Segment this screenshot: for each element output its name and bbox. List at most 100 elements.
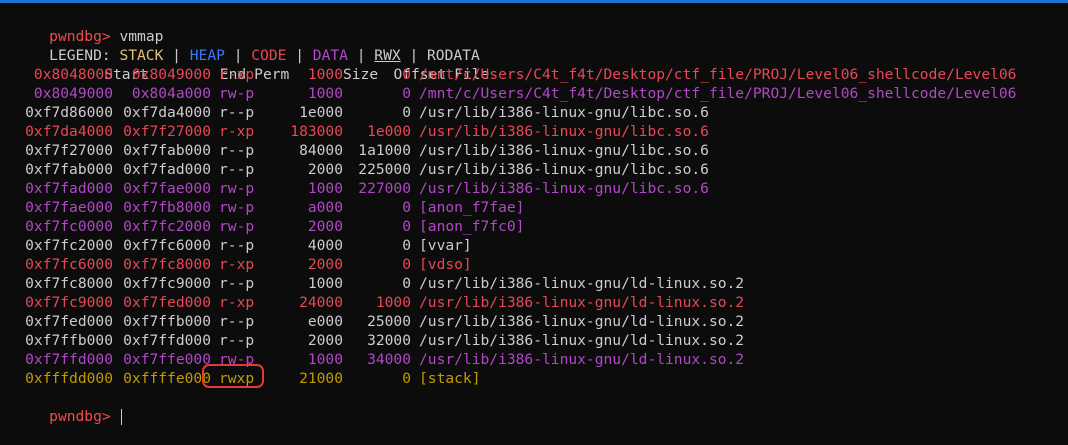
cell-offset: 227000: [358, 180, 411, 197]
cell-file: /usr/lib/i386-linux-gnu/ld-linux.so.2: [419, 313, 745, 330]
red-annotation-circle: [202, 364, 264, 388]
table-row: 0x8048000 0x8049000 r-xp 1000 0/mnt/c/Users/…: [14, 65, 1054, 84]
cell-start: 0xf7d86000: [25, 104, 113, 121]
cell-perm: r-xp: [219, 256, 255, 273]
cell-size: 1000: [307, 66, 343, 83]
table-row: 0xf7d86000 0xf7da4000 r--p 1e000 0/usr/lib/i…: [14, 103, 1054, 122]
cell-offset: 0: [402, 199, 411, 216]
cell-end: 0xf7fc6000: [123, 237, 211, 254]
cell-file: /usr/lib/i386-linux-gnu/ld-linux.so.2: [419, 294, 745, 311]
cell-offset: 0: [402, 275, 411, 292]
cell-start: 0xf7fae000: [25, 199, 113, 216]
cell-start: 0xf7fc0000: [25, 218, 113, 235]
cell-offset: 0: [402, 85, 411, 102]
cell-perm: r--p: [219, 332, 255, 349]
cell-start: 0xf7fad000: [25, 180, 113, 197]
table-row: 0xf7fae000 0xf7fb8000 rw-p a000 0 [anon_f7fae…: [14, 198, 1054, 217]
cell-size: 1000: [307, 85, 343, 102]
cell-offset: 0: [402, 104, 411, 121]
cell-size: e000: [307, 313, 343, 330]
cell-size: 183000: [290, 123, 343, 140]
table-row: 0xf7fed000 0xf7ffb000 r--p e000 25000/usr/li…: [14, 312, 1054, 331]
cell-end: 0xf7fad000: [123, 161, 211, 178]
cell-offset: 0: [402, 218, 411, 235]
cell-size: 1000: [307, 180, 343, 197]
cell-size: a000: [307, 199, 343, 216]
table-row: 0xf7fc6000 0xf7fc8000 r-xp 2000 0 [vdso]: [14, 255, 1054, 274]
table-row: 0xf7fc9000 0xf7fed000 r-xp 24000 1000/usr/li…: [14, 293, 1054, 312]
cell-end: 0xf7fb8000: [123, 199, 211, 216]
cell-perm: r-xp: [219, 294, 255, 311]
cell-end: 0xffffe000: [123, 370, 211, 387]
cell-size: 4000: [307, 237, 343, 254]
cell-start: 0xf7fc8000: [25, 275, 113, 292]
cell-size: 21000: [299, 370, 343, 387]
cell-file: [stack]: [419, 370, 481, 387]
cell-end: 0xf7f27000: [123, 123, 211, 140]
cell-start: 0xf7fc2000: [25, 237, 113, 254]
cell-offset: 225000: [358, 161, 411, 178]
cell-start: 0xf7f27000: [25, 142, 113, 159]
cell-size: 2000: [307, 256, 343, 273]
cell-end: 0xf7ffd000: [123, 332, 211, 349]
cell-start: 0xf7ffb000: [25, 332, 113, 349]
cell-start: 0xfffdd000: [25, 370, 113, 387]
cell-perm: rw-p: [219, 218, 255, 235]
command-line: pwndbg> vmmap: [14, 8, 1054, 45]
cell-end: 0xf7fc8000: [123, 256, 211, 273]
cell-perm: r-xp: [219, 123, 255, 140]
cell-perm: r--p: [219, 104, 255, 121]
cell-offset: 0: [402, 66, 411, 83]
cell-size: 24000: [299, 294, 343, 311]
table-row: 0xf7fc2000 0xf7fc6000 r--p 4000 0 [vvar]: [14, 236, 1054, 255]
cell-offset: 32000: [367, 332, 411, 349]
text-cursor: [121, 409, 123, 425]
cell-size: 1000: [307, 351, 343, 368]
cell-offset: 34000: [367, 351, 411, 368]
cell-file: /usr/lib/i386-linux-gnu/libc.so.6: [419, 104, 709, 121]
cell-perm: r--p: [219, 237, 255, 254]
cell-start: 0xf7fc9000: [25, 294, 113, 311]
cell-file: [vvar]: [419, 237, 472, 254]
cell-end: 0x804a000: [131, 85, 211, 102]
cell-end: 0xf7ffb000: [123, 313, 211, 330]
cell-size: 84000: [299, 142, 343, 159]
table-row: 0x8049000 0x804a000 rw-p 1000 0/mnt/c/Users/…: [14, 84, 1054, 103]
cell-perm: rw-p: [219, 85, 255, 102]
cell-start: 0xf7fab000: [25, 161, 113, 178]
terminal[interactable]: pwndbg> vmmap LEGEND: STACK | HEAP | COD…: [14, 8, 1054, 425]
cell-end: 0xf7fed000: [123, 294, 211, 311]
table-row: 0xf7fad000 0xf7fae000 rw-p 1000 227000/usr/l…: [14, 179, 1054, 198]
cell-file: /usr/lib/i386-linux-gnu/libc.so.6: [419, 142, 709, 159]
cell-file: [anon_f7fae]: [419, 199, 525, 216]
cell-start: 0x8049000: [33, 85, 113, 102]
cell-perm: r--p: [219, 142, 255, 159]
cell-end: 0x8049000: [131, 66, 211, 83]
cell-start: 0xf7fed000: [25, 313, 113, 330]
cell-end: 0xf7fae000: [123, 180, 211, 197]
cell-start: 0xf7da4000: [25, 123, 113, 140]
table-row: 0xf7ffb000 0xf7ffd000 r--p 2000 32000/usr/li…: [14, 331, 1054, 350]
cell-file: /usr/lib/i386-linux-gnu/libc.so.6: [419, 180, 709, 197]
memory-map-table: 0x8048000 0x8049000 r-xp 1000 0/mnt/c/Users/…: [14, 65, 1054, 388]
window-accent-bar: [0, 0, 1068, 3]
cell-size: 2000: [307, 332, 343, 349]
table-header: Start End Perm Size Offset File: [14, 46, 1054, 83]
prompt: pwndbg>: [49, 408, 111, 425]
cell-file: [anon_f7fc0]: [419, 218, 525, 235]
cell-size: 2000: [307, 161, 343, 178]
cell-perm: rw-p: [219, 180, 255, 197]
cell-size: 1000: [307, 275, 343, 292]
cell-file: /usr/lib/i386-linux-gnu/ld-linux.so.2: [419, 351, 745, 368]
cell-end: 0xf7fc2000: [123, 218, 211, 235]
cell-end: 0xf7da4000: [123, 104, 211, 121]
cell-offset: 1000: [375, 294, 411, 311]
cell-size: 2000: [307, 218, 343, 235]
table-row: 0xfffdd000 0xffffe000 rwxp 21000 0 [stack]: [14, 369, 1054, 388]
cell-start: 0xf7ffd000: [25, 351, 113, 368]
table-row: 0xf7da4000 0xf7f27000 r-xp 183000 1e000/usr/…: [14, 122, 1054, 141]
cell-perm: r--p: [219, 275, 255, 292]
cell-offset: 1a1000: [358, 142, 411, 159]
prompt-line[interactable]: pwndbg>: [14, 388, 1054, 425]
cell-perm: rw-p: [219, 199, 255, 216]
